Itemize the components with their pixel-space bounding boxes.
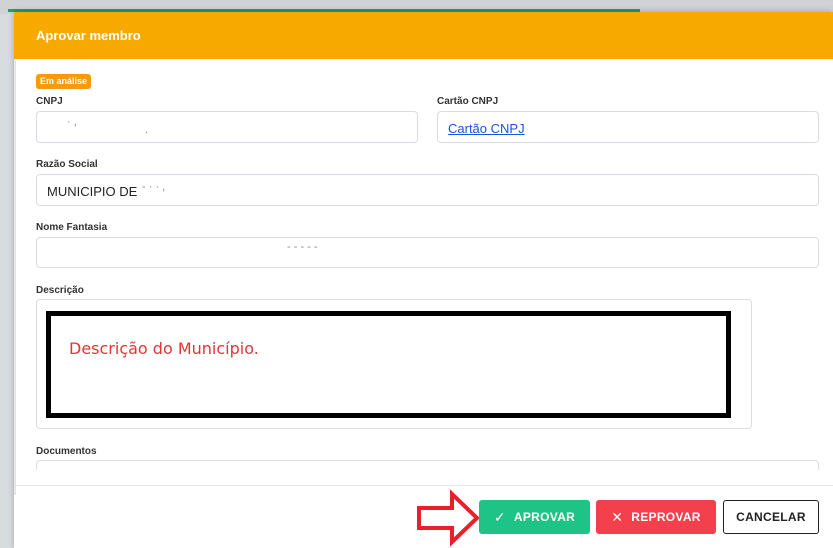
descricao-value: Descrição do Município.	[69, 339, 259, 358]
nome-fantasia-field[interactable]: - - - - -	[36, 237, 819, 268]
documentos-label: Documentos	[36, 446, 97, 457]
reject-label: REPROVAR	[631, 510, 701, 524]
dialog-body-edge	[14, 59, 16, 495]
reject-button[interactable]: ✕ REPROVAR	[596, 500, 716, 534]
footer-divider	[14, 485, 833, 486]
redacted-mark: · ,	[67, 116, 77, 128]
documentos-field[interactable]	[36, 460, 819, 470]
right-arrow-outline-icon	[417, 489, 480, 547]
cartao-cnpj-field: Cartão CNPJ	[437, 111, 819, 143]
approve-button[interactable]: ✓ APROVAR	[479, 500, 590, 534]
redacted-mark: - · · ,	[142, 181, 166, 193]
nome-fantasia-label: Nome Fantasia	[36, 222, 108, 233]
check-icon: ✓	[493, 508, 506, 525]
status-badge: Em análise	[36, 74, 92, 89]
dialog-title: Aprovar membro	[36, 28, 141, 43]
cancel-label: CANCELAR	[736, 510, 806, 524]
x-icon: ✕	[611, 508, 624, 525]
approve-label: APROVAR	[513, 510, 576, 524]
descricao-label: Descrição	[36, 285, 84, 296]
annotation-highlight-box: Descrição do Município.	[46, 311, 731, 418]
cartao-cnpj-link[interactable]: Cartão CNPJ	[448, 121, 525, 136]
redacted-mark: - - - - -	[287, 241, 318, 253]
approve-member-dialog: Aprovar membro Em análise CNPJ · , . Car…	[14, 12, 833, 548]
cartao-cnpj-label: Cartão CNPJ	[437, 96, 499, 107]
cnpj-field[interactable]: · , .	[36, 111, 418, 143]
descricao-field[interactable]: Descrição do Município.	[36, 299, 752, 429]
cancel-button[interactable]: CANCELAR	[723, 500, 819, 534]
cnpj-label: CNPJ	[36, 96, 63, 107]
redacted-mark: .	[145, 124, 149, 136]
razao-social-label: Razão Social	[36, 159, 98, 170]
dialog-header: Aprovar membro	[14, 12, 833, 59]
razao-social-field[interactable]: MUNICIPIO DE - · · ,	[36, 174, 819, 206]
razao-social-value: MUNICIPIO DE	[47, 184, 138, 199]
